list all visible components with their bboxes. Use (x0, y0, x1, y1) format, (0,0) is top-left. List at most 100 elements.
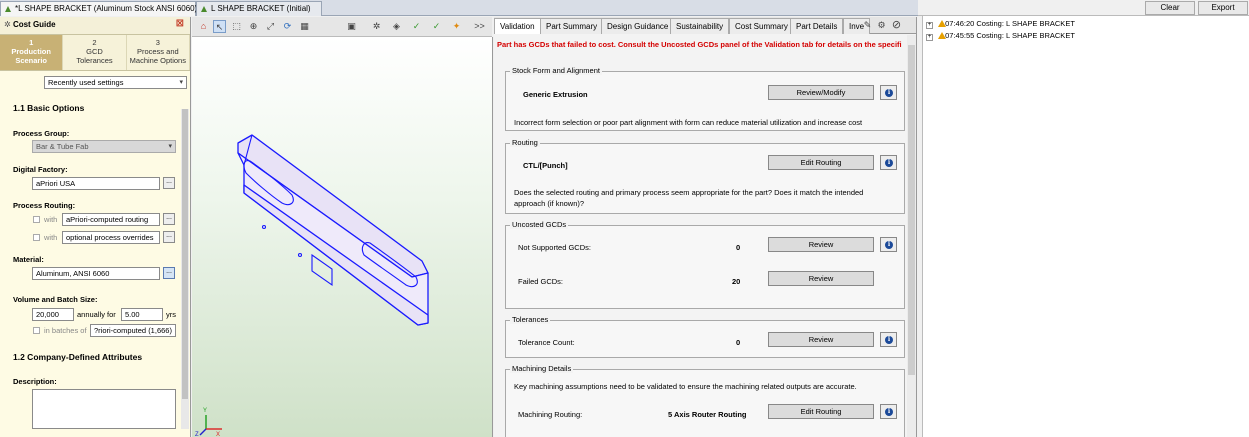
tab-l-shape-bracket-aluminum[interactable]: *L SHAPE BRACKET (Aluminum Stock ANSI 60… (0, 1, 210, 16)
description-textarea[interactable] (32, 389, 176, 429)
routing-field-1[interactable]: aPriori-computed routing (62, 213, 160, 226)
machining-note: Key machining assumptions need to be val… (514, 382, 857, 391)
l-shape-bracket-model: Y X Z (195, 134, 429, 437)
clear-button[interactable]: Clear (1145, 1, 1195, 15)
review-not-supported-button[interactable]: Review (768, 237, 874, 252)
step-process-machine-options[interactable]: 3 Process and Machine Options (126, 35, 190, 70)
stock-info-button[interactable]: i (880, 85, 897, 100)
scrollbar-thumb[interactable] (182, 109, 188, 399)
process-group-select: Bar & Tube Fab ▾ (32, 140, 176, 153)
zoom-icon[interactable]: ⊕ (247, 20, 260, 33)
scrollbar-thumb[interactable] (908, 45, 915, 375)
fit-icon[interactable]: ⤢ (264, 20, 277, 33)
digital-factory-browse-button[interactable]: ... (163, 177, 175, 189)
step-gcd-tolerances[interactable]: 2 GCD Tolerances (63, 35, 127, 70)
batch-checkbox[interactable] (33, 327, 40, 334)
machining-details-title: Machining Details (510, 364, 574, 373)
uncosted-info-button[interactable]: i (880, 237, 897, 252)
annual-volume-field[interactable]: 20,000 (32, 308, 74, 321)
step-production-scenario[interactable]: 1 Production Scenario (0, 35, 64, 70)
tab-cost-summary[interactable]: Cost Summary (729, 18, 794, 34)
routing-with-label-2: with (44, 233, 58, 242)
failed-gcds-label: Failed GCDs: (518, 277, 564, 286)
machining-info-button[interactable]: i (880, 404, 897, 419)
machining-details-group: Machining Details Key machining assumpti… (505, 364, 905, 437)
box-select-icon[interactable]: ⬚ (230, 20, 243, 33)
guide-steps: 1 Production Scenario 2 GCD Tolerances 3… (0, 35, 190, 71)
tab-design-guidance[interactable]: Design Guidance (601, 18, 675, 34)
description-label: Description: (13, 377, 57, 386)
tab-sustainability[interactable]: Sustainability (670, 18, 730, 34)
material-field[interactable]: Aluminum, ANSI 6060 (32, 267, 160, 280)
expand-icon[interactable]: + (926, 34, 933, 41)
expand-icon[interactable]: + (926, 22, 933, 29)
analysis-tab-bar: Validation Part Summary Design Guidance … (494, 17, 916, 34)
review-modify-button[interactable]: Review/Modify (768, 85, 874, 100)
digital-factory-field[interactable]: aPriori USA (32, 177, 160, 190)
history-panel: + 07:46:20 Costing: L SHAPE BRACKET + 07… (922, 16, 1249, 437)
more-tools-button[interactable]: >> (473, 20, 486, 33)
tab-l-shape-bracket-initial[interactable]: L SHAPE BRACKET (Initial) (196, 1, 322, 16)
routing-browse-button-1[interactable]: ... (163, 213, 175, 225)
material-label: Material: (13, 255, 44, 264)
pin-icon[interactable]: ✎ (861, 19, 874, 32)
select-pointer-icon[interactable]: ↖ (213, 20, 226, 33)
clock-icon[interactable]: ⊘ (890, 19, 903, 32)
display-mode-icon[interactable]: ▣ (345, 20, 358, 33)
routing-field-2[interactable]: optional process overrides (62, 231, 160, 244)
volume-batch-label: Volume and Batch Size: (13, 295, 98, 304)
routing-checkbox-2[interactable] (33, 234, 40, 241)
close-icon[interactable]: ⊠ (176, 18, 184, 29)
history-entry[interactable]: + 07:46:20 Costing: L SHAPE BRACKET (926, 19, 1075, 30)
home-icon[interactable]: ⌂ (197, 20, 210, 33)
tab-part-summary[interactable]: Part Summary (540, 18, 604, 34)
info-icon: i (885, 336, 893, 344)
stock-form-title: Stock Form and Alignment (510, 66, 602, 75)
history-text: Costing: L SHAPE BRACKET (976, 31, 1075, 40)
cost-guide-scrollbar[interactable] (181, 109, 189, 429)
view-orientation-icon[interactable]: ▦ (298, 20, 311, 33)
export-button[interactable]: Export (1198, 1, 1248, 15)
review-tolerances-button[interactable]: Review (768, 332, 874, 347)
history-entry[interactable]: + 07:45:55 Costing: L SHAPE BRACKET (926, 31, 1075, 42)
routing-note-line2: approach (if known)? (514, 199, 585, 208)
y-label: Y (203, 408, 207, 414)
uncosted-gcds-title: Uncosted GCDs (510, 220, 569, 229)
highlight-icon[interactable]: ✦ (450, 20, 463, 33)
rotate-icon[interactable]: ⟳ (281, 20, 294, 33)
history-time: 07:45:55 (945, 31, 975, 40)
chevron-down-icon: ▾ (179, 79, 183, 86)
warning-icon (938, 32, 946, 39)
edit-routing-button[interactable]: Edit Routing (768, 155, 874, 170)
routing-checkbox-1[interactable] (33, 216, 40, 223)
measure-icon[interactable]: ✓ (410, 20, 423, 33)
settings-select[interactable]: Recently used settings ▾ (44, 76, 187, 89)
annually-for-label: annually for (77, 310, 116, 319)
tab-part-details[interactable]: Part Details (790, 18, 844, 34)
cost-guide-title: Cost Guide (12, 20, 56, 29)
tolerances-info-button[interactable]: i (880, 332, 897, 347)
viewport-toolbar: ⌂ ↖ ⬚ ⊕ ⤢ ⟳ ▦ ▣ ✲ ◈ ✓ ✓ ✦ >> (192, 17, 492, 37)
review-failed-button[interactable]: Review (768, 271, 874, 286)
process-routing-label: Process Routing: (13, 201, 76, 210)
stock-form-group: Stock Form and Alignment Generic Extrusi… (505, 66, 905, 131)
routing-info-button[interactable]: i (880, 155, 897, 170)
routing-browse-button-2[interactable]: ... (163, 231, 175, 243)
tab-validation[interactable]: Validation (494, 18, 541, 34)
years-field[interactable]: 5.00 (121, 308, 163, 321)
validation-panel: Validation Part Summary Design Guidance … (494, 17, 917, 437)
3d-viewport[interactable]: Y X Z (192, 37, 493, 437)
section-icon[interactable]: ◈ (390, 20, 403, 33)
gcd-filter-icon[interactable]: ✲ (370, 20, 383, 33)
validation-scrollbar[interactable] (907, 35, 916, 437)
web-cutout (311, 253, 333, 287)
app-window: *L SHAPE BRACKET (Aluminum Stock ANSI 60… (0, 0, 1249, 437)
edit-machining-routing-button[interactable]: Edit Routing (768, 404, 874, 419)
settings-icon[interactable]: ⚙ (875, 19, 888, 32)
batch-size-field[interactable]: ?riori-computed (1,666) (90, 324, 176, 337)
check-icon[interactable]: ✓ (430, 20, 443, 33)
company-attributes-title: 1.2 Company-Defined Attributes (13, 352, 143, 362)
chevron-down-icon: ▾ (168, 143, 172, 150)
z-axis (199, 428, 207, 436)
material-browse-button[interactable]: ... (163, 267, 175, 279)
